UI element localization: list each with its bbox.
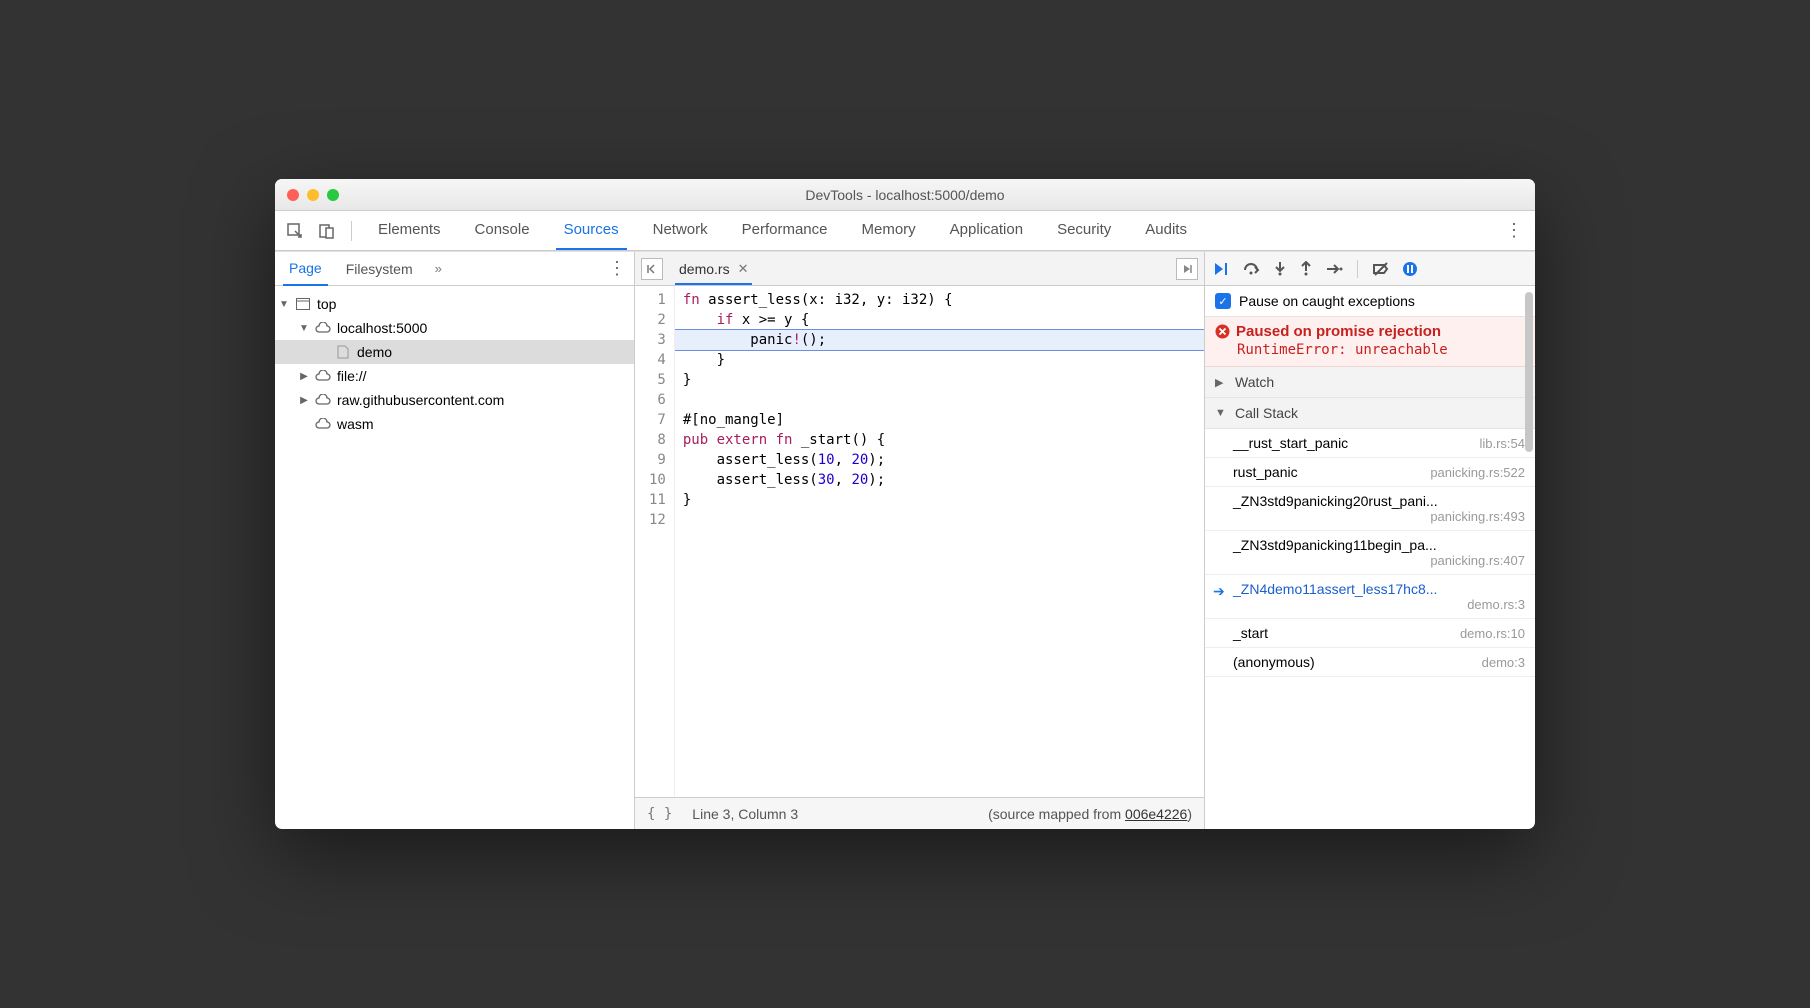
callstack-frame[interactable]: _ZN3std9panicking11begin_pa...panicking.… bbox=[1205, 531, 1535, 575]
devtools-window: DevTools - localhost:5000/demo Elements C… bbox=[275, 179, 1535, 829]
tree-item[interactable]: demo bbox=[275, 340, 634, 364]
pretty-print-icon[interactable]: { } bbox=[647, 806, 672, 822]
navigator-menu-icon[interactable]: ⋮ bbox=[608, 258, 626, 279]
editor-statusbar: { } Line 3, Column 3 (source mapped from… bbox=[635, 797, 1204, 829]
callstack-frame[interactable]: _ZN3std9panicking20rust_pani...panicking… bbox=[1205, 487, 1535, 531]
file-tab-demo-rs[interactable]: demo.rs ✕ bbox=[675, 253, 752, 285]
tree-item[interactable]: ▶file:// bbox=[275, 364, 634, 388]
deactivate-breakpoints-icon[interactable] bbox=[1372, 262, 1390, 276]
close-traffic-light[interactable] bbox=[287, 189, 299, 201]
cursor-position: Line 3, Column 3 bbox=[692, 806, 798, 822]
tree-item[interactable]: ▶raw.githubusercontent.com bbox=[275, 388, 634, 412]
panel-tab-sources[interactable]: Sources bbox=[556, 211, 627, 250]
code-editor[interactable]: 123456789101112 fn assert_less(x: i32, y… bbox=[635, 286, 1204, 797]
step-out-icon[interactable] bbox=[1299, 261, 1313, 277]
file-tree: ▼top▼localhost:5000demo▶file://▶raw.gith… bbox=[275, 286, 634, 829]
panel-tab-console[interactable]: Console bbox=[467, 211, 538, 250]
file-tab-label: demo.rs bbox=[679, 261, 730, 277]
watch-section-header[interactable]: ▶Watch bbox=[1205, 367, 1535, 398]
nav-back-icon[interactable] bbox=[641, 258, 663, 280]
window-title: DevTools - localhost:5000/demo bbox=[275, 187, 1535, 203]
checkbox-checked-icon[interactable]: ✓ bbox=[1215, 293, 1231, 309]
tree-item[interactable]: ▼top bbox=[275, 292, 634, 316]
panel-tab-performance[interactable]: Performance bbox=[734, 211, 836, 250]
kebab-menu-icon[interactable]: ⋮ bbox=[1499, 220, 1529, 241]
pause-reason-box: Paused on promise rejection RuntimeError… bbox=[1205, 317, 1535, 367]
debugger-toolbar bbox=[1205, 252, 1535, 286]
callstack-frame[interactable]: _startdemo.rs:10 bbox=[1205, 619, 1535, 648]
panel-tab-application[interactable]: Application bbox=[942, 211, 1031, 250]
resume-icon[interactable] bbox=[1213, 261, 1231, 277]
panel-tabs: Elements Console Sources Network Performance… bbox=[370, 211, 1495, 250]
source-map-info: (source mapped from 006e4226) bbox=[988, 806, 1192, 822]
callstack-section-header[interactable]: ▼Call Stack bbox=[1205, 398, 1535, 429]
tree-item[interactable]: wasm bbox=[275, 412, 634, 436]
panel-tab-memory[interactable]: Memory bbox=[854, 211, 924, 250]
close-tab-icon[interactable]: ✕ bbox=[738, 261, 749, 277]
panel-tab-network[interactable]: Network bbox=[645, 211, 716, 250]
error-icon bbox=[1215, 324, 1230, 339]
pause-on-caught-label: Pause on caught exceptions bbox=[1239, 293, 1415, 309]
step-icon[interactable] bbox=[1325, 262, 1343, 276]
inspect-element-icon[interactable] bbox=[281, 217, 309, 245]
step-into-icon[interactable] bbox=[1273, 261, 1287, 277]
callstack-frame[interactable]: ➔_ZN4demo11assert_less17hc8...demo.rs:3 bbox=[1205, 575, 1535, 619]
zoom-traffic-light[interactable] bbox=[327, 189, 339, 201]
pause-reason-title: Paused on promise rejection bbox=[1236, 323, 1441, 340]
filesystem-tab[interactable]: Filesystem bbox=[340, 253, 419, 285]
navigator-panel: Page Filesystem » ⋮ ▼top▼localhost:5000d… bbox=[275, 252, 635, 829]
pause-reason-message: RuntimeError: unreachable bbox=[1215, 340, 1525, 358]
titlebar: DevTools - localhost:5000/demo bbox=[275, 179, 1535, 211]
source-map-link[interactable]: 006e4226 bbox=[1125, 806, 1187, 822]
main-toolbar: Elements Console Sources Network Performance… bbox=[275, 211, 1535, 251]
run-snippet-icon[interactable] bbox=[1176, 258, 1198, 280]
panel-tab-audits[interactable]: Audits bbox=[1137, 211, 1195, 250]
panel-tab-security[interactable]: Security bbox=[1049, 211, 1119, 250]
tree-item[interactable]: ▼localhost:5000 bbox=[275, 316, 634, 340]
minimize-traffic-light[interactable] bbox=[307, 189, 319, 201]
pause-on-caught-row[interactable]: ✓ Pause on caught exceptions bbox=[1205, 286, 1535, 317]
device-toggle-icon[interactable] bbox=[313, 217, 341, 245]
callstack-frame[interactable]: (anonymous)demo:3 bbox=[1205, 648, 1535, 677]
page-tab[interactable]: Page bbox=[283, 252, 328, 286]
editor-panel: demo.rs ✕ 123456789101112 fn assert_less… bbox=[635, 252, 1205, 829]
step-over-icon[interactable] bbox=[1243, 262, 1261, 276]
callstack-frame[interactable]: rust_panicpanicking.rs:522 bbox=[1205, 458, 1535, 487]
callstack-frame[interactable]: __rust_start_paniclib.rs:54 bbox=[1205, 429, 1535, 458]
scrollbar[interactable] bbox=[1525, 292, 1533, 452]
panel-tab-elements[interactable]: Elements bbox=[370, 211, 449, 250]
pause-on-exceptions-icon[interactable] bbox=[1402, 261, 1418, 277]
debugger-panel: ✓ Pause on caught exceptions Paused on p… bbox=[1205, 252, 1535, 829]
more-tabs-icon[interactable]: » bbox=[435, 261, 442, 276]
